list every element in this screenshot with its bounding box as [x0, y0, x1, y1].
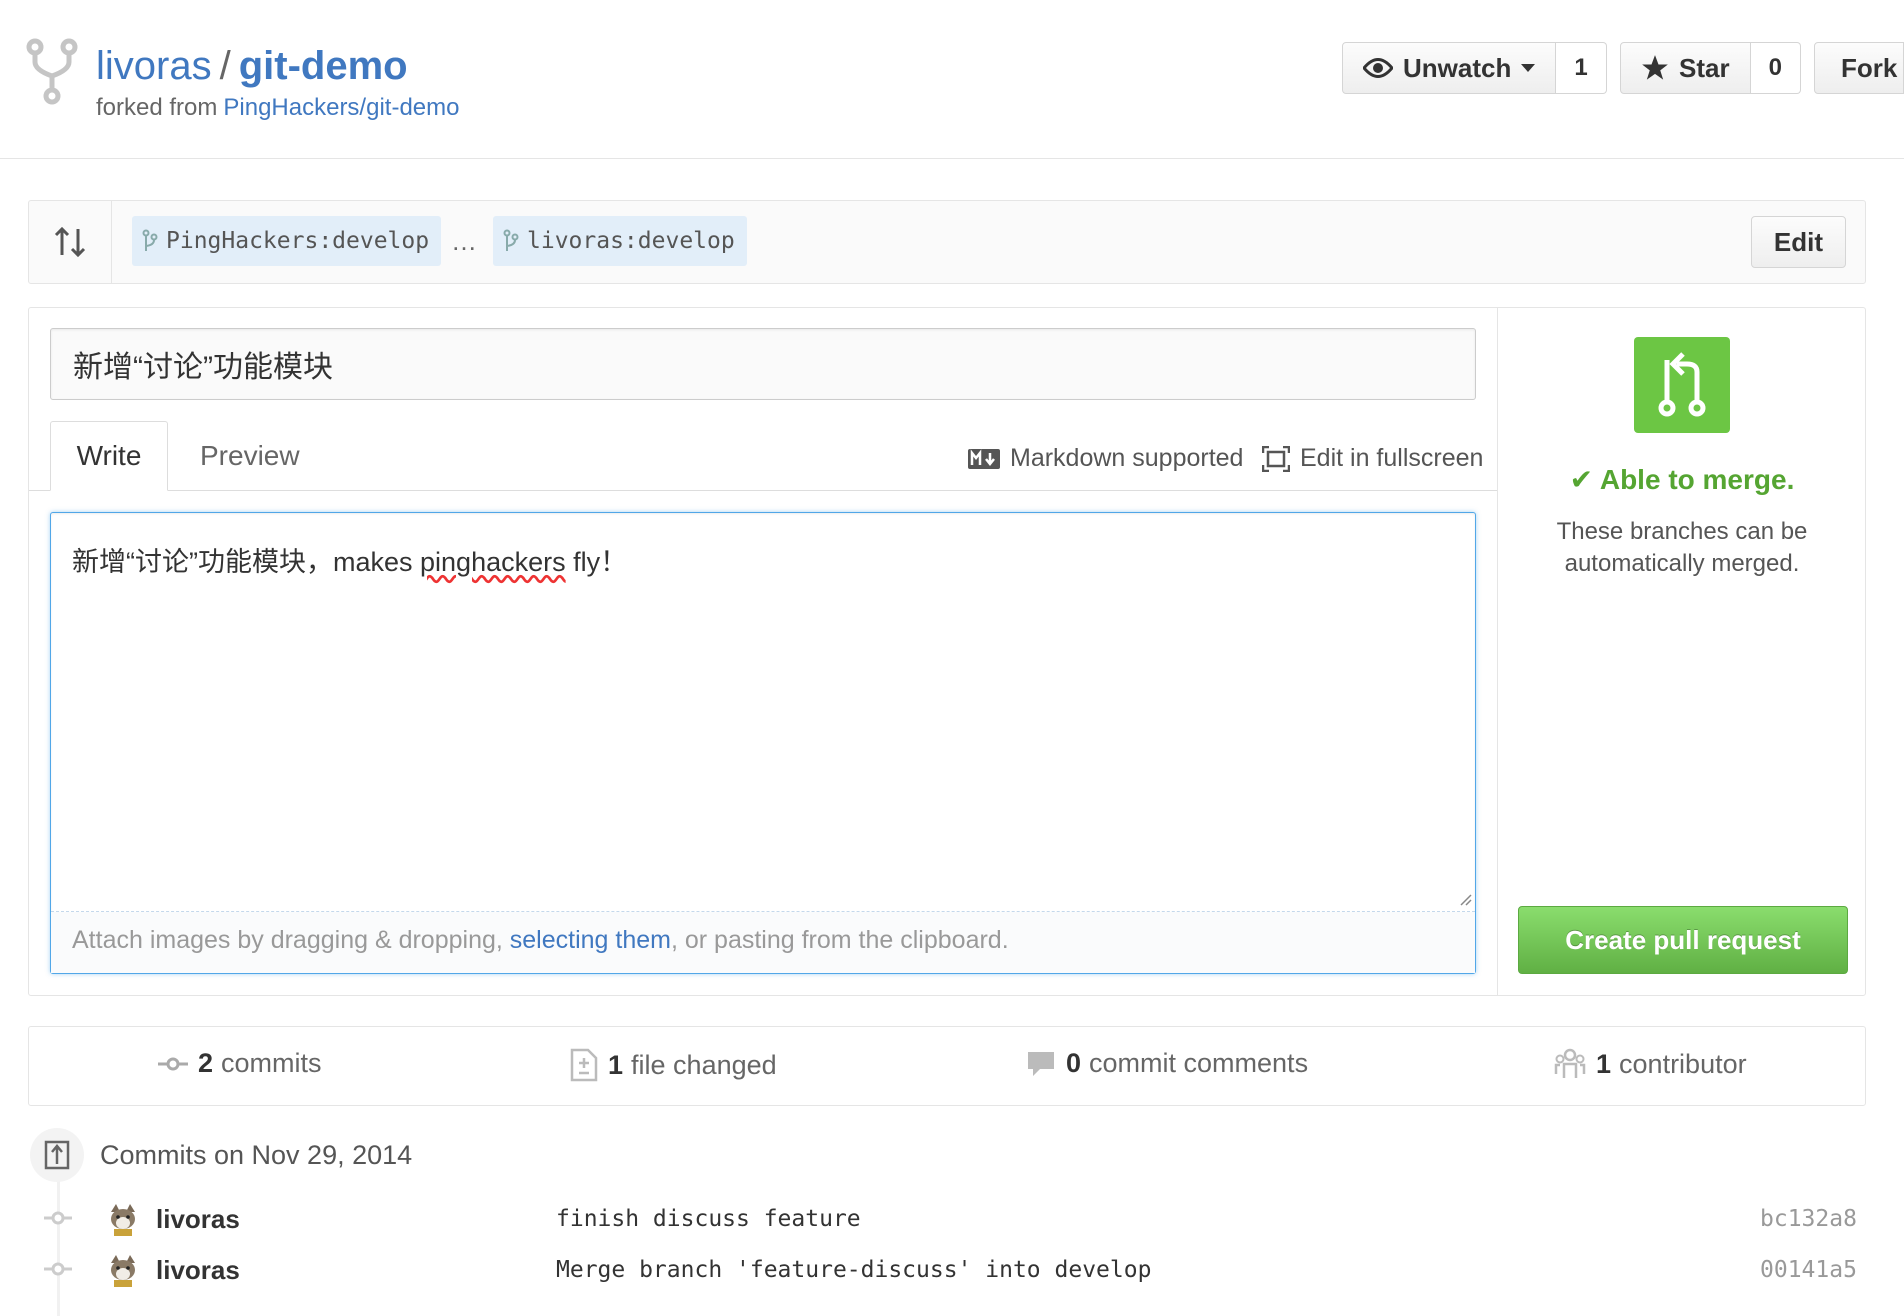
eye-icon — [1363, 58, 1393, 78]
commit-dot-icon — [44, 1262, 72, 1276]
head-branch-label: livoras:develop — [527, 228, 735, 254]
markdown-label: Markdown supported — [1010, 444, 1244, 472]
base-branch-label: PingHackers:develop — [166, 228, 430, 254]
commit-comments-tab[interactable]: 0 commit comments — [1026, 1048, 1308, 1079]
commit-dot-icon — [44, 1211, 72, 1225]
merge-status-label: Able to merge. — [1599, 464, 1795, 495]
edit-compare-button[interactable]: Edit — [1750, 216, 1846, 268]
merge-description: These branches can be automatically merg… — [1556, 518, 1808, 577]
files-changed-tab[interactable]: 1 file changed — [570, 1048, 777, 1082]
files-changed-label: file changed — [631, 1049, 777, 1080]
repo-owner-link[interactable]: livoras — [96, 44, 212, 88]
file-diff-icon — [570, 1048, 598, 1082]
commit-comments-label: commit comments — [1089, 1048, 1309, 1078]
drop-hint-start: Attach images by dragging & dropping, — [72, 926, 510, 954]
select-images-link[interactable]: selecting them — [510, 926, 671, 954]
contributors-tab[interactable]: 1 contributor — [1554, 1048, 1747, 1080]
merge-status: ✔ Able to merge. — [1498, 463, 1866, 496]
watch-count[interactable]: 1 — [1556, 42, 1607, 94]
commits-count: 2 — [198, 1048, 214, 1078]
repo-title: livoras / git-demo — [96, 42, 408, 90]
resize-handle-icon[interactable] — [1458, 892, 1472, 906]
repo-forked-icon — [26, 38, 78, 105]
unwatch-label: Unwatch — [1403, 52, 1512, 83]
tabs-underline — [29, 490, 1497, 491]
merge-status-badge — [1634, 337, 1730, 433]
forked-source-link[interactable]: PingHackers/git-demo — [223, 94, 459, 121]
tab-write[interactable]: Write — [50, 421, 168, 491]
git-commit-day-icon — [44, 1140, 70, 1170]
avatar[interactable] — [106, 1202, 140, 1236]
unwatch-button[interactable]: Unwatch — [1342, 42, 1557, 94]
compare-ellipsis: … — [451, 226, 477, 256]
pr-body-text: 新增“讨论”功能模块，makes pinghackers fly！ — [72, 540, 627, 579]
body-text-start: 新增“讨论”功能模块，makes — [72, 547, 421, 577]
star-button[interactable]: Star — [1620, 42, 1751, 94]
star-icon — [1642, 55, 1668, 80]
check-icon: ✔ — [1569, 464, 1594, 495]
commit-sha[interactable]: 00141a5 — [1760, 1257, 1857, 1283]
head-branch-select[interactable]: livoras:develop — [493, 216, 747, 266]
commit-message[interactable]: finish discuss feature — [556, 1206, 861, 1232]
branch-icon — [503, 229, 519, 251]
commits-tab[interactable]: 2 commits — [158, 1048, 322, 1079]
repo-name-link[interactable]: git-demo — [239, 44, 408, 88]
commit-message[interactable]: Merge branch 'feature-discuss' into deve… — [556, 1257, 1151, 1283]
compare-icon-cell — [29, 201, 112, 283]
fullscreen-link[interactable]: Edit in fullscreen — [1262, 444, 1483, 473]
star-label: Star — [1679, 52, 1730, 83]
pr-body-textarea[interactable] — [50, 512, 1476, 974]
drop-hint-end: , or pasting from the clipboard. — [670, 926, 1009, 954]
organization-icon — [1554, 1048, 1586, 1078]
commits-timeline — [57, 1180, 60, 1316]
commits-day-icon-wrap — [30, 1128, 84, 1182]
fork-button[interactable]: Fork — [1814, 42, 1904, 94]
drop-zone-divider — [51, 911, 1475, 912]
form-divider — [1497, 308, 1498, 995]
markdown-icon — [968, 448, 1000, 469]
files-changed-count: 1 — [608, 1049, 624, 1080]
pr-title-input[interactable]: 新增“讨论”功能模块 — [50, 328, 1476, 400]
forked-from: forked from PingHackers/git-demo — [96, 94, 459, 122]
avatar[interactable] — [106, 1253, 140, 1287]
contributors-count: 1 — [1596, 1048, 1612, 1079]
fullscreen-label: Edit in fullscreen — [1300, 444, 1484, 472]
comment-icon — [1028, 1051, 1054, 1076]
pull-request-icon — [1658, 352, 1706, 417]
star-count[interactable]: 0 — [1750, 42, 1801, 94]
compare-arrows-icon — [54, 226, 86, 258]
repo-separator: / — [219, 44, 231, 88]
commits-day-title: Commits on Nov 29, 2014 — [100, 1140, 413, 1170]
commit-comments-count: 0 — [1066, 1048, 1082, 1078]
create-pull-request-button[interactable]: Create pull request — [1518, 906, 1848, 974]
fork-group: Fork — [1814, 42, 1904, 94]
commit-author[interactable]: livoras — [156, 1204, 240, 1235]
branch-icon — [142, 229, 158, 251]
commit-sha[interactable]: bc132a8 — [1760, 1206, 1857, 1232]
contributors-label: contributor — [1619, 1048, 1747, 1079]
markdown-supported-link[interactable]: Markdown supported — [968, 444, 1243, 473]
forked-from-label: forked from — [96, 94, 218, 121]
commit-icon — [158, 1057, 188, 1070]
image-drop-hint: Attach images by dragging & dropping, se… — [72, 926, 1009, 955]
tab-preview[interactable]: Preview — [200, 440, 300, 472]
commits-label: commits — [221, 1048, 322, 1078]
body-text-end: fly！ — [565, 547, 628, 577]
chevron-down-icon — [1521, 64, 1536, 72]
fork-label: Fork — [1841, 52, 1898, 83]
watch-group: Unwatch 1 — [1342, 42, 1607, 94]
fullscreen-icon — [1262, 445, 1290, 472]
commit-author[interactable]: livoras — [156, 1255, 240, 1286]
base-branch-select[interactable]: PingHackers:develop — [132, 216, 442, 266]
star-group: Star 0 — [1620, 42, 1801, 94]
misspelled-word: pinghackers — [420, 547, 566, 577]
